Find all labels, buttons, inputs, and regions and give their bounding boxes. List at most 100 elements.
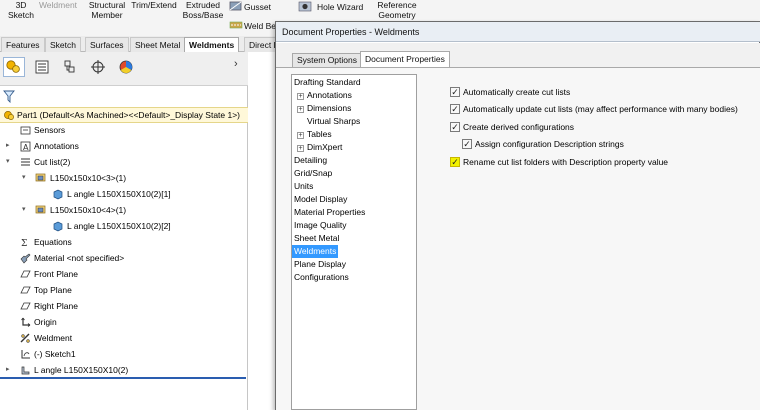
tree-item-label: L angle L150X150X10(2)[1] xyxy=(67,189,171,199)
expand-plus-icon[interactable]: + xyxy=(297,106,304,113)
plane-icon xyxy=(20,286,31,294)
category-tables[interactable]: Tables xyxy=(307,128,332,141)
option-rename-cut-list-folders[interactable]: ✓ Rename cut list folders with Descripti… xyxy=(450,157,750,169)
sketch3d-button[interactable]: 3D Sketch xyxy=(7,0,35,20)
weld-bead-button[interactable]: Weld Be xyxy=(244,21,276,31)
tree-item-cut-list[interactable]: ▾ Cut list(2) xyxy=(0,155,246,169)
featuremanager-icon xyxy=(6,60,20,73)
hole-wizard-button[interactable]: Hole Wizard xyxy=(317,2,363,12)
tree-item-body-2[interactable]: L angle L150X150X10(2)[2] xyxy=(0,219,246,233)
plane-icon xyxy=(20,302,31,310)
rollback-bar[interactable] xyxy=(0,377,246,379)
category-sheet-metal[interactable]: Sheet Metal xyxy=(294,232,339,245)
category-virtual-sharps[interactable]: Virtual Sharps xyxy=(307,115,360,128)
feature-manager-pane: › Part1 (Default<As Machined><<Default>_… xyxy=(0,52,248,410)
structural-member-button[interactable]: Structural Member xyxy=(84,0,130,20)
expand-arrow-icon[interactable]: ▸ xyxy=(6,363,10,377)
category-drafting-standard[interactable]: Drafting Standard xyxy=(294,76,361,89)
tree-item-equations[interactable]: Σ Equations xyxy=(0,235,246,249)
tree-item-material[interactable]: Material <not specified> xyxy=(0,251,246,265)
category-weldments[interactable]: Weldments xyxy=(292,245,339,258)
dialog-title-bar[interactable]: Document Properties - Weldments xyxy=(276,22,760,42)
tree-item-sketch1[interactable]: (-) Sketch1 xyxy=(0,347,246,361)
expand-plus-icon[interactable]: + xyxy=(297,132,304,139)
collapse-arrow-icon[interactable]: ▾ xyxy=(6,155,10,169)
svg-text:Σ: Σ xyxy=(21,239,27,248)
tree-item-body-1[interactable]: L angle L150X150X10(2)[1] xyxy=(0,187,246,201)
structural-member-icon xyxy=(21,366,30,375)
solid-body-icon xyxy=(53,189,63,200)
tree-item-label: (-) Sketch1 xyxy=(34,349,76,359)
tree-item-cut-list-folder-2[interactable]: ▾ L150x150x10<4>(1) xyxy=(0,203,246,217)
weldment-button[interactable]: Weldment xyxy=(36,0,80,10)
displaymanager-tab[interactable] xyxy=(115,57,137,77)
tree-item-label: Cut list(2) xyxy=(34,157,71,167)
weld-bead-icon xyxy=(229,21,243,29)
option-label: Rename cut list folders with Description… xyxy=(463,157,669,167)
category-plane-display[interactable]: Plane Display xyxy=(294,258,346,271)
category-configurations[interactable]: Configurations xyxy=(294,271,349,284)
tree-item-front-plane[interactable]: Front Plane xyxy=(0,267,246,281)
checkbox[interactable]: ✓ xyxy=(450,104,460,114)
checkbox-highlighted[interactable]: ✓ xyxy=(450,157,460,167)
filter-icon[interactable] xyxy=(3,90,15,103)
tab-sketch[interactable]: Sketch xyxy=(45,37,81,52)
dimxpertmanager-icon xyxy=(91,60,105,74)
tab-surfaces[interactable]: Surfaces xyxy=(85,37,129,52)
category-image-quality[interactable]: Image Quality xyxy=(294,219,346,232)
extruded-boss-button[interactable]: Extruded Boss/Base xyxy=(181,0,225,20)
category-units[interactable]: Units xyxy=(294,180,313,193)
option-auto-update-cut-lists[interactable]: ✓ Automatically update cut lists (may af… xyxy=(450,104,755,116)
tree-item-right-plane[interactable]: Right Plane xyxy=(0,299,246,313)
featuremanager-tab[interactable] xyxy=(3,57,25,77)
expand-arrow-icon[interactable]: ▸ xyxy=(6,139,10,153)
tree-item-origin[interactable]: Origin xyxy=(0,315,246,329)
dialog-body: Drafting Standard + Annotations + Dimens… xyxy=(276,67,760,410)
tree-item-label: Front Plane xyxy=(34,269,78,279)
category-detailing[interactable]: Detailing xyxy=(294,154,327,167)
checkbox[interactable]: ✓ xyxy=(462,139,472,149)
configurationmanager-tab[interactable] xyxy=(59,57,81,77)
expand-plus-icon[interactable]: + xyxy=(297,145,304,152)
category-model-display[interactable]: Model Display xyxy=(294,193,347,206)
tab-document-properties[interactable]: Document Properties xyxy=(360,51,450,68)
tree-item-sensors[interactable]: Sensors xyxy=(0,123,246,137)
tab-system-options[interactable]: System Options xyxy=(292,53,362,68)
reference-geometry-button[interactable]: Reference Geometry xyxy=(372,0,422,20)
sketch3d-label: 3D Sketch xyxy=(8,0,34,20)
category-annotations[interactable]: Annotations xyxy=(307,89,352,102)
category-material-properties[interactable]: Material Properties xyxy=(294,206,365,219)
option-create-derived-configurations[interactable]: ✓ Create derived configurations xyxy=(450,122,750,134)
category-grid-snap[interactable]: Grid/Snap xyxy=(294,167,332,180)
checkbox[interactable]: ✓ xyxy=(450,87,460,97)
tree-item-top-plane[interactable]: Top Plane xyxy=(0,283,246,297)
tree-item-weldment[interactable]: Weldment xyxy=(0,331,246,345)
hole-wizard-label: Hole Wizard xyxy=(317,2,364,12)
tree-item-structural-member[interactable]: ▸ L angle L150X150X10(2) xyxy=(0,363,246,377)
feature-manager-tabs: › xyxy=(0,52,248,86)
extruded-boss-label: Extruded Boss/Base xyxy=(182,0,224,20)
tree-item-annotations[interactable]: ▸ A Annotations xyxy=(0,139,246,153)
collapse-arrow-icon[interactable]: ▾ xyxy=(22,171,26,185)
trim-extend-button[interactable]: Trim/Extend xyxy=(128,0,180,10)
dimxpertmanager-tab[interactable] xyxy=(87,57,109,77)
tab-weldments[interactable]: Weldments xyxy=(184,37,240,52)
structural-member-label: Structural Member xyxy=(88,0,126,20)
gusset-button[interactable]: Gusset xyxy=(244,2,271,12)
tab-features[interactable]: Features xyxy=(1,37,45,52)
dialog-tabs: System Options Document Properties xyxy=(276,43,760,68)
cut-list-icon xyxy=(21,158,30,166)
propertymanager-tab[interactable] xyxy=(31,57,53,77)
tree-item-cut-list-folder-1[interactable]: ▾ L150x150x10<3>(1) xyxy=(0,171,246,185)
category-dimensions[interactable]: Dimensions xyxy=(307,102,351,115)
annotations-icon: A xyxy=(20,141,31,152)
category-dimxpert[interactable]: DimXpert xyxy=(307,141,342,154)
expand-plus-icon[interactable]: + xyxy=(297,93,304,100)
checkbox[interactable]: ✓ xyxy=(450,122,460,132)
chevron-right-icon[interactable]: › xyxy=(234,58,238,70)
option-auto-create-cut-lists[interactable]: ✓ Automatically create cut lists xyxy=(450,87,750,99)
collapse-arrow-icon[interactable]: ▾ xyxy=(22,203,26,217)
feature-tree-root[interactable]: Part1 (Default<As Machined><<Default>_Di… xyxy=(0,107,248,123)
tab-sheet-metal[interactable]: Sheet Metal xyxy=(130,37,186,52)
option-assign-config-description[interactable]: ✓ Assign configuration Description strin… xyxy=(462,139,742,151)
